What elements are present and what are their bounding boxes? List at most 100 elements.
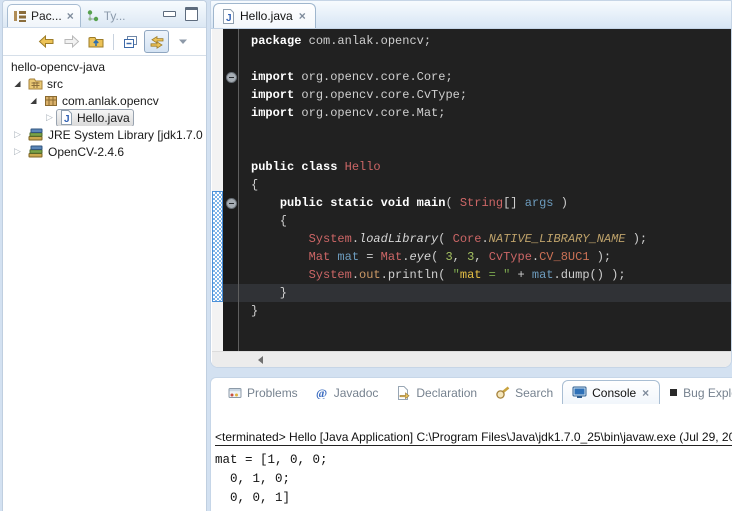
tree-item-label-box: J Hello.java bbox=[56, 109, 134, 126]
project-tree: hello-opencv-java◢src◢com.anlak.opencv▷J… bbox=[3, 56, 206, 160]
editor-tabbar: J Hello.java bbox=[211, 1, 731, 29]
declaration-icon bbox=[396, 386, 411, 400]
tree-item-opencv-2-4-6[interactable]: ▷ OpenCV-2.4.6 bbox=[3, 143, 206, 160]
tree-item-hello-java[interactable]: ▷ J Hello.java bbox=[3, 109, 206, 126]
tree-item-com-anlak-opencv[interactable]: ◢com.anlak.opencv bbox=[3, 92, 206, 109]
code-line: { bbox=[251, 176, 731, 194]
maximize-icon[interactable] bbox=[185, 7, 198, 21]
code-line: package com.anlak.opencv; bbox=[251, 32, 731, 50]
code-line: Mat mat = Mat.eye( 3, 3, CvType.CV_8UC1 … bbox=[251, 248, 731, 266]
console-process-info: <terminated> Hello [Java Application] C:… bbox=[215, 430, 732, 446]
tree-item-label-box: OpenCV-2.4.6 bbox=[24, 143, 128, 160]
tab-type-hierarchy[interactable]: Ty... bbox=[81, 5, 131, 27]
javadoc-icon: @ bbox=[316, 386, 329, 399]
code-line: public static void main( String[] args ) bbox=[251, 194, 731, 212]
tab-javadoc[interactable]: @ Javadoc bbox=[307, 381, 388, 404]
tab-hello-java[interactable]: J Hello.java bbox=[213, 3, 316, 28]
folding-column[interactable] bbox=[223, 29, 238, 351]
view-menu-button[interactable] bbox=[171, 31, 194, 52]
view-menu-icon bbox=[178, 38, 188, 45]
code-line: import org.opencv.core.Mat; bbox=[251, 104, 731, 122]
code-line: import org.opencv.core.CvType; bbox=[251, 86, 731, 104]
scroll-left-arrow-icon[interactable] bbox=[258, 356, 263, 364]
tree-item-label: OpenCV-2.4.6 bbox=[48, 145, 124, 159]
code-line bbox=[251, 122, 731, 140]
link-with-editor-button[interactable] bbox=[144, 30, 169, 53]
expanded-arrow-icon[interactable]: ◢ bbox=[11, 80, 24, 88]
code-editor[interactable]: package com.anlak.opencv; import org.open… bbox=[239, 29, 731, 351]
close-icon[interactable] bbox=[66, 9, 75, 23]
tree-item-src[interactable]: ◢ src bbox=[3, 75, 206, 92]
tree-item-label-box: JRE System Library [jdk1.7.0 bbox=[24, 126, 206, 143]
library-icon bbox=[28, 128, 44, 141]
horizontal-scrollbar[interactable] bbox=[212, 351, 731, 367]
tree-item-label: Hello.java bbox=[77, 111, 130, 125]
tree-item-label-box: com.anlak.opencv bbox=[40, 92, 163, 109]
fold-collapse-icon[interactable] bbox=[226, 72, 237, 83]
go-up-icon bbox=[88, 34, 105, 49]
code-line: } bbox=[251, 284, 731, 302]
collapsed-arrow-icon[interactable]: ▷ bbox=[43, 113, 56, 122]
tab-label: Bug Explorer bbox=[683, 386, 732, 400]
collapsed-arrow-icon[interactable]: ▷ bbox=[11, 130, 24, 139]
search-icon bbox=[495, 386, 510, 400]
code-line: } bbox=[251, 302, 731, 320]
console-output[interactable]: mat = [1, 0, 0; 0, 1, 0; 0, 0, 1] bbox=[215, 451, 732, 508]
code-line: { bbox=[251, 212, 731, 230]
back-icon bbox=[38, 34, 55, 49]
collapsed-arrow-icon[interactable]: ▷ bbox=[11, 147, 24, 156]
square-icon bbox=[669, 388, 678, 397]
svg-text:@: @ bbox=[316, 386, 327, 399]
tab-label: Search bbox=[515, 386, 553, 400]
editor-body: package com.anlak.opencv; import org.open… bbox=[212, 29, 731, 351]
tab-label: Declaration bbox=[416, 386, 477, 400]
close-icon[interactable] bbox=[298, 9, 307, 23]
tab-problems[interactable]: Problems bbox=[219, 381, 307, 404]
tab-label: Problems bbox=[247, 386, 298, 400]
tab-label: Ty... bbox=[104, 9, 126, 23]
tree-item-label: src bbox=[47, 77, 63, 91]
tab-console[interactable]: Console bbox=[562, 380, 660, 404]
tab-bug-explorer[interactable]: Bug Explorer bbox=[660, 381, 732, 404]
tree-item-label-box: hello-opencv-java bbox=[7, 58, 109, 75]
tree-item-label: hello-opencv-java bbox=[11, 60, 105, 74]
java-file-icon: J bbox=[222, 9, 235, 24]
close-icon[interactable] bbox=[641, 386, 650, 400]
code-line: import org.opencv.core.Core; bbox=[251, 68, 731, 86]
tree-item-hello-opencv-java[interactable]: hello-opencv-java bbox=[3, 58, 206, 75]
link-with-editor-icon bbox=[148, 34, 166, 50]
go-up-button[interactable] bbox=[85, 31, 108, 52]
code-line: System.loadLibrary( Core.NATIVE_LIBRARY_… bbox=[251, 230, 731, 248]
svg-text:J: J bbox=[226, 13, 232, 24]
code-line bbox=[251, 140, 731, 158]
expanded-arrow-icon[interactable]: ◢ bbox=[27, 97, 40, 105]
package-icon bbox=[44, 95, 58, 107]
code-line: public class Hello bbox=[251, 158, 731, 176]
code-line bbox=[251, 50, 731, 68]
fold-collapse-icon[interactable] bbox=[226, 198, 237, 209]
package-explorer-toolbar bbox=[3, 28, 206, 56]
ruler-separator bbox=[238, 29, 239, 351]
console-view: Problems @ Javadoc Declaration Search Console… bbox=[210, 377, 732, 511]
tab-label: Javadoc bbox=[334, 386, 379, 400]
tab-search[interactable]: Search bbox=[486, 381, 562, 404]
console-content: <terminated> Hello [Java Application] C:… bbox=[211, 404, 732, 508]
eclipse-workbench: { "package_explorer": { "tabs": [ { "lab… bbox=[0, 0, 732, 511]
editor-tab-label: Hello.java bbox=[240, 9, 293, 23]
forward-button[interactable] bbox=[60, 31, 83, 52]
collapse-all-button[interactable] bbox=[119, 31, 142, 52]
vertical-ruler[interactable] bbox=[212, 29, 223, 351]
toolbar-separator bbox=[113, 34, 114, 50]
java-file-icon: J bbox=[60, 110, 73, 125]
tab-package-explorer[interactable]: Pac... bbox=[7, 4, 81, 27]
tree-item-jre-system-library-jdk1-7-0[interactable]: ▷ JRE System Library [jdk1.7.0 bbox=[3, 126, 206, 143]
package-explorer-icon bbox=[13, 9, 27, 23]
back-button[interactable] bbox=[35, 31, 58, 52]
library-icon bbox=[28, 145, 44, 158]
svg-text:J: J bbox=[64, 114, 70, 125]
minimize-icon[interactable] bbox=[163, 11, 176, 17]
tree-item-label: JRE System Library [jdk1.7.0 bbox=[48, 128, 203, 142]
tab-declaration[interactable]: Declaration bbox=[387, 381, 486, 404]
tab-label: Console bbox=[592, 386, 636, 400]
src-folder-icon bbox=[28, 77, 43, 90]
